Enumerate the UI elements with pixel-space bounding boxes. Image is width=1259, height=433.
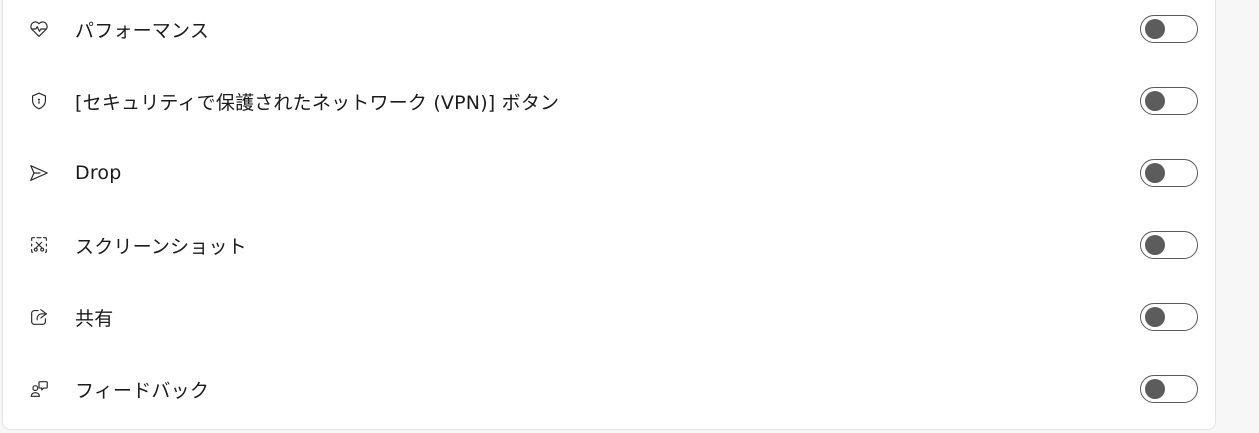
performance-toggle[interactable] <box>1140 15 1198 43</box>
toggle-knob <box>1145 19 1165 39</box>
share-toggle[interactable] <box>1140 303 1198 331</box>
toggle-knob <box>1145 379 1165 399</box>
screenshot-icon <box>28 234 50 256</box>
setting-label-drop: Drop <box>75 162 122 184</box>
vpn-toggle[interactable] <box>1140 87 1198 115</box>
send-icon <box>28 162 50 184</box>
setting-row-screenshot: スクリーンショット <box>3 225 1217 265</box>
settings-panel: パフォーマンス [セキュリティで保護されたネットワーク (VPN)] ボタン D… <box>2 0 1216 430</box>
setting-label-share: 共有 <box>75 307 114 330</box>
shield-icon <box>28 90 50 112</box>
share-icon <box>28 306 50 328</box>
feedback-icon <box>28 378 50 400</box>
screenshot-toggle[interactable] <box>1140 231 1198 259</box>
setting-row-feedback: フィードバック <box>3 369 1217 409</box>
setting-label-screenshot: スクリーンショット <box>75 235 247 258</box>
setting-row-performance: パフォーマンス <box>3 9 1217 49</box>
toggle-knob <box>1145 91 1165 111</box>
heartbeat-icon <box>28 18 50 40</box>
setting-label-feedback: フィードバック <box>75 379 210 402</box>
setting-label-vpn: [セキュリティで保護されたネットワーク (VPN)] ボタン <box>75 91 560 114</box>
toggle-knob <box>1145 163 1165 183</box>
toggle-knob <box>1145 307 1165 327</box>
drop-toggle[interactable] <box>1140 159 1198 187</box>
setting-label-performance: パフォーマンス <box>75 19 210 42</box>
toggle-knob <box>1145 235 1165 255</box>
setting-row-vpn: [セキュリティで保護されたネットワーク (VPN)] ボタン <box>3 81 1217 121</box>
setting-row-drop: Drop <box>3 153 1217 193</box>
feedback-toggle[interactable] <box>1140 375 1198 403</box>
setting-row-share: 共有 <box>3 297 1217 337</box>
